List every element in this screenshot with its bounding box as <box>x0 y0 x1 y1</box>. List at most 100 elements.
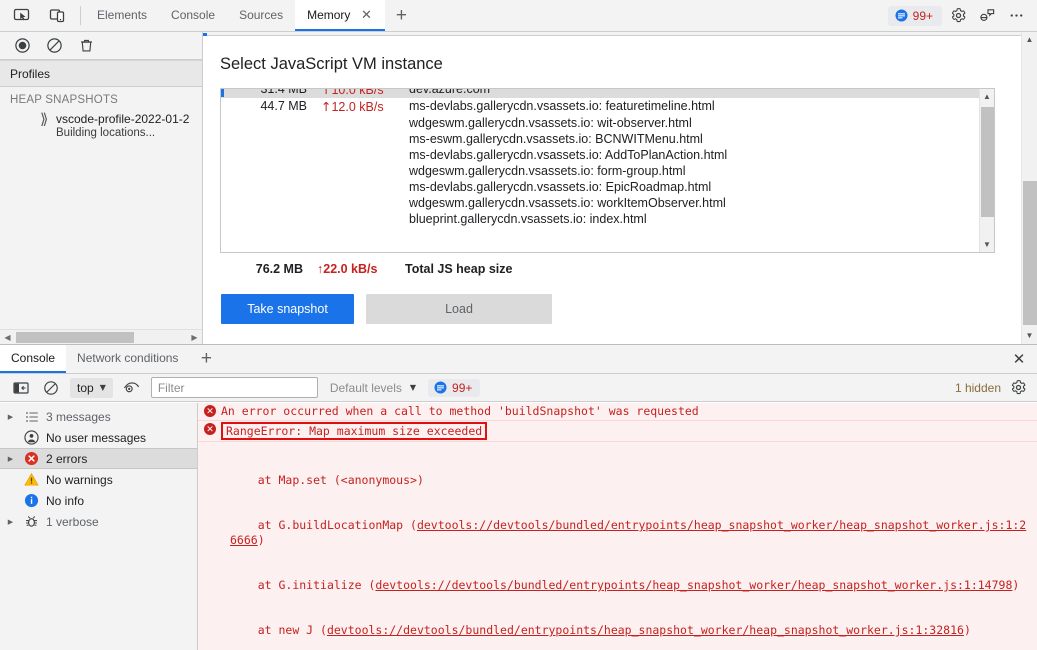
tab-elements[interactable]: Elements <box>85 0 159 31</box>
vm-list-scrollbar[interactable]: ▲ ▼ <box>979 89 994 252</box>
vm-list-row[interactable]: wdgeswm.gallerycdn.vsassets.io: workItem… <box>221 195 994 211</box>
record-icon[interactable] <box>12 36 32 56</box>
vm-list-row[interactable]: wdgeswm.gallerycdn.vsassets.io: wit-obse… <box>221 115 994 131</box>
scroll-up-arrow-icon[interactable]: ▲ <box>1022 32 1037 48</box>
error-icon <box>22 451 41 466</box>
device-toolbar-icon[interactable] <box>44 4 70 28</box>
vm-instance-list[interactable]: 31.4 MB ↑10.0 kB/s dev.azure.com 44.7 MB… <box>220 88 995 253</box>
console-error-message[interactable]: ✕ An error occurred when a call to metho… <box>198 403 1037 421</box>
sidebar-item-verbose[interactable]: ▶ 1 verbose <box>0 511 197 532</box>
console-sidebar-toggle-icon[interactable] <box>10 377 32 399</box>
chat-bubble-icon <box>895 9 908 22</box>
memory-panel-content: Select JavaScript VM instance 31.4 MB ↑1… <box>203 32 1037 344</box>
vm-heap-size: 31.4 MB <box>260 88 307 96</box>
live-expression-icon[interactable] <box>121 377 143 399</box>
profile-status: Building locations... <box>56 127 156 139</box>
trash-icon[interactable] <box>76 36 96 56</box>
vm-list-row[interactable]: ms-devlabs.gallerycdn.vsassets.io: AddTo… <box>221 147 994 163</box>
sidebar-item-info[interactable]: No info <box>0 490 197 511</box>
hidden-messages-label[interactable]: 1 hidden <box>955 381 1001 395</box>
tab-label: Console <box>11 351 56 365</box>
chat-bubble-icon <box>434 381 447 394</box>
tab-label: Sources <box>239 7 284 22</box>
stack-frame-suffix: ) <box>1012 578 1020 592</box>
log-level-selector[interactable]: Default levels ▼ <box>326 379 420 397</box>
row-selection-marker <box>221 180 224 194</box>
scroll-left-arrow-icon[interactable]: ◀ <box>0 330 15 345</box>
tab-console[interactable]: Console <box>159 0 227 31</box>
scroll-right-arrow-icon[interactable]: ▶ <box>187 330 202 345</box>
devtools-main-tabbar: Elements Console Sources Memory ✕ + 99+ <box>0 0 1037 32</box>
scrollbar-thumb[interactable] <box>1023 181 1037 325</box>
message-count-badge[interactable]: 99+ <box>887 5 942 26</box>
sidebar-item-label: No warnings <box>46 472 113 487</box>
filter-input[interactable] <box>150 377 318 398</box>
vm-list-row[interactable]: ms-eswm.gallerycdn.vsassets.io: BCNWITMe… <box>221 131 994 147</box>
scroll-down-arrow-icon[interactable]: ▼ <box>980 237 994 252</box>
stack-frame-link[interactable]: devtools://devtools/bundled/entrypoints/… <box>327 623 964 637</box>
tab-sources[interactable]: Sources <box>227 0 295 31</box>
total-heap-label: Total JS heap size <box>405 262 513 276</box>
more-options-icon[interactable] <box>1003 4 1029 28</box>
customize-devtools-icon[interactable] <box>974 4 1000 28</box>
expand-arrow-icon[interactable]: ▶ <box>4 413 17 421</box>
vm-list-row[interactable]: ms-devlabs.gallerycdn.vsassets.io: EpicR… <box>221 179 994 195</box>
memory-panel-scrollbar[interactable]: ▲ ▼ <box>1021 32 1037 344</box>
stack-frame-fn: at Map.set (<anonymous>) <box>230 473 424 487</box>
console-message-badge[interactable]: 99+ <box>428 378 481 397</box>
load-button[interactable]: Load <box>366 294 552 324</box>
warning-icon <box>22 472 41 487</box>
console-settings-gear-icon[interactable] <box>1007 377 1029 399</box>
sidebar-item-label: 1 verbose <box>46 514 99 529</box>
scrollbar-thumb[interactable] <box>16 331 134 343</box>
inspect-element-icon[interactable] <box>8 4 34 28</box>
console-toolbar: top ▼ Default levels ▼ <box>0 374 1037 402</box>
sidebar-item-errors[interactable]: ▶ 2 errors <box>0 448 197 469</box>
scrollbar-thumb[interactable] <box>981 107 994 217</box>
vm-list-row[interactable]: 31.4 MB ↑10.0 kB/s dev.azure.com <box>221 88 994 98</box>
profile-text-block: vscode-profile-2022-01-2 Building locati… <box>28 112 189 140</box>
expand-arrow-icon[interactable]: ▶ <box>4 518 17 526</box>
message-count: 99+ <box>912 8 933 23</box>
vm-list-row[interactable]: 44.7 MB ↑12.0 kB/s ms-devlabs.gallerycdn… <box>221 98 994 115</box>
clear-console-icon[interactable] <box>40 377 62 399</box>
vm-list-row[interactable]: wdgeswm.gallerycdn.vsassets.io: form-gro… <box>221 163 994 179</box>
add-panel-button[interactable]: + <box>385 0 417 31</box>
console-error-message-highlighted[interactable]: ✕ RangeError: Map maximum size exceeded <box>198 421 1037 442</box>
close-drawer-icon[interactable]: ✕ <box>1001 345 1037 373</box>
total-heap-size-row: 76.2 MB ↑22.0 kB/s Total JS heap size <box>220 262 513 276</box>
sidebar-item-messages[interactable]: ▶ 3 messages <box>0 406 197 427</box>
error-icon: ✕ <box>204 423 216 435</box>
add-drawer-tab-button[interactable]: + <box>189 345 223 373</box>
stack-frame: at G.buildLocationMap (devtools://devtoo… <box>204 518 1029 548</box>
console-message-list[interactable]: ✕ An error occurred when a call to metho… <box>198 403 1037 650</box>
vm-list-row[interactable]: blueprint.gallerycdn.vsassets.io: index.… <box>221 211 994 227</box>
profile-list-item[interactable]: ⟫ vscode-profile-2022-01-2 Building loca… <box>0 110 202 142</box>
clear-icon[interactable] <box>44 36 64 56</box>
tab-network-conditions[interactable]: Network conditions <box>66 345 189 373</box>
vm-instance-name: wdgeswm.gallerycdn.vsassets.io: form-gro… <box>409 164 686 178</box>
row-selection-marker <box>221 196 224 210</box>
stack-frame-link[interactable]: devtools://devtools/bundled/entrypoints/… <box>375 578 1012 592</box>
drawer-tabbar: Console Network conditions + ✕ <box>0 345 1037 374</box>
vm-instance-name: blueprint.gallerycdn.vsassets.io: index.… <box>409 212 647 226</box>
close-icon[interactable]: ✕ <box>359 8 373 22</box>
scroll-down-arrow-icon[interactable]: ▼ <box>1022 328 1037 344</box>
sidebar-item-warnings[interactable]: No warnings <box>0 469 197 490</box>
scroll-up-arrow-icon[interactable]: ▲ <box>980 89 994 104</box>
execution-context-selector[interactable]: top ▼ <box>70 377 113 398</box>
sidebar-horizontal-scrollbar[interactable]: ◀ ▶ <box>0 329 202 344</box>
vm-instance-name: dev.azure.com <box>409 88 491 96</box>
tab-memory[interactable]: Memory ✕ <box>295 0 386 31</box>
tab-console[interactable]: Console <box>0 345 67 373</box>
log-level-value: Default levels <box>329 380 402 395</box>
console-toolbar-right: 1 hidden <box>955 377 1029 399</box>
memory-sidebar: Profiles HEAP SNAPSHOTS ⟫ vscode-profile… <box>0 32 203 344</box>
sidebar-item-user-messages[interactable]: No user messages <box>0 427 197 448</box>
take-snapshot-button[interactable]: Take snapshot <box>221 294 354 324</box>
execution-context-value: top <box>77 380 94 395</box>
profile-name: vscode-profile-2022-01-2 <box>56 112 190 126</box>
gear-icon[interactable] <box>945 4 971 28</box>
expand-arrow-icon[interactable]: ▶ <box>4 455 17 463</box>
sidebar-item-label: 2 errors <box>46 451 88 466</box>
